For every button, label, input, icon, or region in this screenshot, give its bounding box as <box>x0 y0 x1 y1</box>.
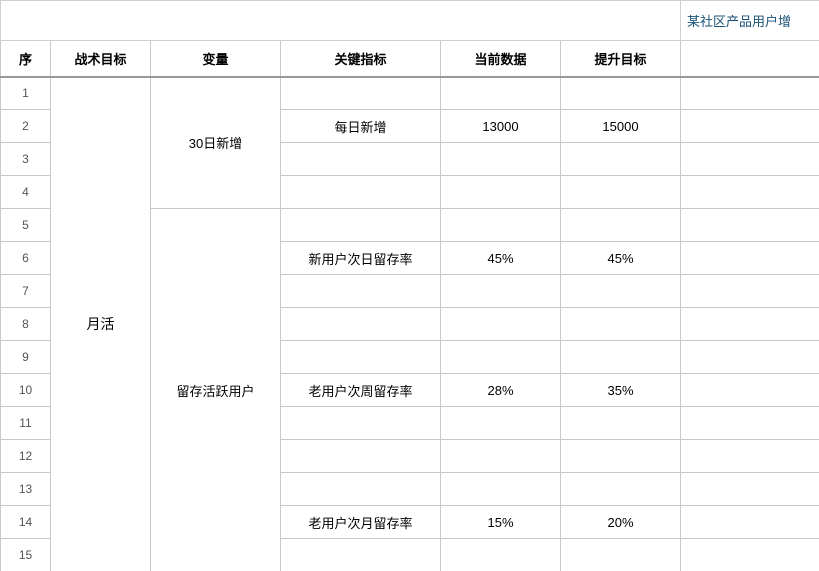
kpi-12 <box>281 440 441 473</box>
seq-5: 5 <box>1 209 51 242</box>
seq-10: 10 <box>1 374 51 407</box>
current-6: 45% <box>441 242 561 275</box>
kpi-2: 每日新增 <box>281 110 441 143</box>
seq-12: 12 <box>1 440 51 473</box>
current-15 <box>441 539 561 571</box>
current-10: 28% <box>441 374 561 407</box>
seq-2: 2 <box>1 110 51 143</box>
kpi-8 <box>281 308 441 341</box>
current-14: 15% <box>441 506 561 539</box>
kpi-9 <box>281 341 441 374</box>
seq-14: 14 <box>1 506 51 539</box>
target-5 <box>561 209 681 242</box>
extra-11 <box>681 407 819 440</box>
kpi-13 <box>281 473 441 506</box>
current-2: 13000 <box>441 110 561 143</box>
current-9 <box>441 341 561 374</box>
extra-9 <box>681 341 819 374</box>
target-6: 45% <box>561 242 681 275</box>
extra-10 <box>681 374 819 407</box>
extra-5 <box>681 209 819 242</box>
current-1 <box>441 77 561 110</box>
extra-2 <box>681 110 819 143</box>
target-4 <box>561 176 681 209</box>
kpi-4 <box>281 176 441 209</box>
table-row: 1 月活 30日新增 <box>1 77 819 110</box>
kpi-3 <box>281 143 441 176</box>
header-seq: 序 <box>1 41 51 77</box>
seq-3: 3 <box>1 143 51 176</box>
seq-8: 8 <box>1 308 51 341</box>
target-7 <box>561 275 681 308</box>
kpi-11 <box>281 407 441 440</box>
extra-7 <box>681 275 819 308</box>
seq-4: 4 <box>1 176 51 209</box>
current-13 <box>441 473 561 506</box>
current-4 <box>441 176 561 209</box>
extra-3 <box>681 143 819 176</box>
header-kpi: 关键指标 <box>281 41 441 77</box>
target-12 <box>561 440 681 473</box>
seq-11: 11 <box>1 407 51 440</box>
seq-6: 6 <box>1 242 51 275</box>
current-11 <box>441 407 561 440</box>
header-variable: 变量 <box>151 41 281 77</box>
extra-1 <box>681 77 819 110</box>
extra-15 <box>681 539 819 571</box>
tactic-yuehuo: 月活 <box>51 77 151 571</box>
kpi-6: 新用户次日留存率 <box>281 242 441 275</box>
main-table: 某社区产品用户增 序 战术目标 变量 关键指标 当前数据 提升目标 1 月活 3… <box>0 0 819 571</box>
target-13 <box>561 473 681 506</box>
kpi-14: 老用户次月留存率 <box>281 506 441 539</box>
extra-4 <box>681 176 819 209</box>
header-tactic: 战术目标 <box>51 41 151 77</box>
header-target: 提升目标 <box>561 41 681 77</box>
seq-9: 9 <box>1 341 51 374</box>
variable-30: 30日新增 <box>151 77 281 209</box>
extra-13 <box>681 473 819 506</box>
target-8 <box>561 308 681 341</box>
seq-15: 15 <box>1 539 51 571</box>
target-11 <box>561 407 681 440</box>
extra-8 <box>681 308 819 341</box>
title-cell: 某社区产品用户增 <box>681 1 819 41</box>
seq-1: 1 <box>1 77 51 110</box>
target-14: 20% <box>561 506 681 539</box>
kpi-15 <box>281 539 441 571</box>
target-9 <box>561 341 681 374</box>
seq-7: 7 <box>1 275 51 308</box>
kpi-10: 老用户次周留存率 <box>281 374 441 407</box>
header-extra <box>681 41 819 77</box>
kpi-7 <box>281 275 441 308</box>
target-2: 15000 <box>561 110 681 143</box>
extra-12 <box>681 440 819 473</box>
extra-6 <box>681 242 819 275</box>
header-row: 序 战术目标 变量 关键指标 当前数据 提升目标 <box>1 41 819 77</box>
current-7 <box>441 275 561 308</box>
target-1 <box>561 77 681 110</box>
target-10: 35% <box>561 374 681 407</box>
header-current: 当前数据 <box>441 41 561 77</box>
current-12 <box>441 440 561 473</box>
target-15 <box>561 539 681 571</box>
current-5 <box>441 209 561 242</box>
target-3 <box>561 143 681 176</box>
kpi-1 <box>281 77 441 110</box>
current-3 <box>441 143 561 176</box>
seq-13: 13 <box>1 473 51 506</box>
kpi-5 <box>281 209 441 242</box>
spreadsheet: 某社区产品用户增 序 战术目标 变量 关键指标 当前数据 提升目标 1 月活 3… <box>0 0 819 571</box>
variable-liucun: 留存活跃用户 <box>151 209 281 571</box>
extra-14 <box>681 506 819 539</box>
current-8 <box>441 308 561 341</box>
title-row: 某社区产品用户增 <box>1 1 819 41</box>
